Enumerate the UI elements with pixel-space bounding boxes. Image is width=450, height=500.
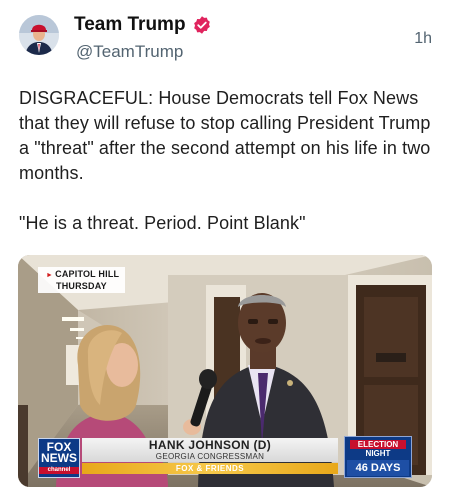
location-line-2: THURSDAY — [56, 281, 107, 291]
play-triangle-icon: ► — [46, 272, 54, 279]
profile-avatar[interactable] — [19, 15, 59, 55]
video-media[interactable]: ► CAPITOL HILL THURSDAY FOX NEWS channel … — [18, 255, 432, 487]
countdown-days: 46 DAYS — [347, 460, 409, 476]
network-logo-line-3: channel — [39, 467, 79, 474]
election-label-line-1: ELECTION — [350, 440, 406, 449]
network-logo-line-2: NEWS — [41, 451, 77, 465]
door-sign — [376, 353, 406, 362]
show-name-bar: FOX & FRIENDS — [82, 463, 338, 474]
lower-third-nameplate: HANK JOHNSON (D) GEORGIA CONGRESSMAN — [82, 438, 338, 462]
author-name[interactable]: Team Trump — [74, 14, 186, 36]
post-body: DISGRACEFUL: House Democrats tell Fox Ne… — [19, 86, 434, 236]
post-quote-paragraph: "He is a threat. Period. Point Blank" — [19, 213, 306, 233]
chyron-title: GEORGIA CONGRESSMAN — [155, 452, 265, 461]
chyron-name: HANK JOHNSON (D) — [148, 438, 272, 452]
author-name-row[interactable]: Team Trump — [74, 14, 212, 36]
network-logo: FOX NEWS channel — [38, 438, 80, 478]
avatar-image — [19, 15, 59, 55]
election-countdown: ELECTION NIGHT 46 DAYS — [344, 436, 412, 478]
location-line-1: CAPITOL HILL — [55, 269, 120, 279]
author-handle[interactable]: @TeamTrump — [76, 42, 183, 62]
location-bug: ► CAPITOL HILL THURSDAY — [38, 267, 126, 293]
verified-badge-icon — [193, 16, 210, 34]
election-label-line-2: NIGHT — [365, 449, 391, 458]
tweet-card[interactable]: Team Trump @TeamTrump 1h DISGRACEFUL: Ho… — [0, 0, 450, 500]
news-chyron: FOX NEWS channel HANK JOHNSON (D) GEORGI… — [38, 436, 414, 480]
post-text-paragraph: DISGRACEFUL: House Democrats tell Fox Ne… — [19, 88, 431, 183]
post-timestamp[interactable]: 1h — [414, 30, 432, 48]
